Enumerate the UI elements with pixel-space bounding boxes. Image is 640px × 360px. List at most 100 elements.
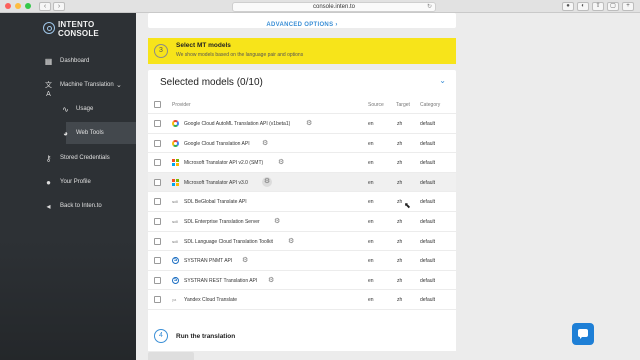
gear-icon[interactable]: ⚙ xyxy=(288,237,294,245)
run-button[interactable] xyxy=(148,352,194,360)
minimize-window-button[interactable] xyxy=(15,3,21,9)
chart-line-icon: ∿ xyxy=(62,104,69,114)
row-checkbox[interactable] xyxy=(154,120,161,127)
header-provider: Provider xyxy=(172,102,191,108)
step-3-banner: 3 Select MT models We show models based … xyxy=(148,38,456,64)
target-lang: zh xyxy=(397,121,403,127)
mouse-pointer-icon: ⬉ xyxy=(404,201,411,210)
step-number: 3 xyxy=(154,44,168,58)
gear-icon[interactable]: ⚙ xyxy=(274,217,280,225)
category: default xyxy=(420,160,436,167)
source-lang: en xyxy=(368,297,374,304)
target-lang: zh xyxy=(397,140,403,147)
microsoft-icon xyxy=(172,178,179,186)
share-icon[interactable]: ⇧ xyxy=(592,2,604,11)
new-tab-button[interactable]: + xyxy=(622,2,634,11)
palette-icon: ◕ xyxy=(63,128,68,138)
category: default xyxy=(420,218,436,225)
systran-icon xyxy=(172,257,179,265)
table-row[interactable]: sdl SDL Enterprise Translation Server ⚙ … xyxy=(148,212,456,232)
table-row[interactable]: sdl SDL Language Cloud Translation Toolk… xyxy=(148,232,456,252)
key-icon: ⚷ xyxy=(45,153,52,163)
gear-icon[interactable]: ⚙ xyxy=(242,256,248,264)
provider-name: Google Cloud AutoML Translation API (v1b… xyxy=(184,121,291,127)
source-lang: en xyxy=(368,179,374,186)
close-window-button[interactable] xyxy=(5,3,11,9)
gear-icon[interactable]: ⚙ xyxy=(262,139,268,147)
provider-name: Yandex Cloud Translate xyxy=(184,297,237,304)
sidebar-item-machine-translation[interactable]: 文A Machine Translation ⌄ xyxy=(0,74,136,98)
row-checkbox[interactable] xyxy=(154,276,161,284)
address-bar[interactable]: console.inten.to ↻ xyxy=(232,2,436,12)
step-4-card: 4 Run the translation xyxy=(148,321,456,351)
reload-icon[interactable]: ↻ xyxy=(427,3,432,11)
row-checkbox[interactable] xyxy=(154,159,161,167)
table-row[interactable]: SYSTRAN REST Translation API ⚙ en zh def… xyxy=(148,271,456,291)
select-all-checkbox[interactable] xyxy=(154,101,161,108)
sidebar-item-your-profile[interactable]: ● Your Profile xyxy=(0,171,136,193)
advanced-options-label: ADVANCED OPTIONS xyxy=(266,22,334,28)
target-lang: zh xyxy=(397,258,403,265)
row-checkbox[interactable] xyxy=(154,296,161,304)
header-target: Target xyxy=(396,102,410,108)
target-lang: zh xyxy=(397,297,403,304)
table-row[interactable]: SYSTRAN PNMT API ⚙ en zh default xyxy=(148,251,456,271)
tabs-icon[interactable]: ▢ xyxy=(607,2,619,11)
source-lang: en xyxy=(368,277,374,284)
sidebar-item-usage[interactable]: ∿ Usage xyxy=(0,98,136,120)
provider-name: SDL Language Cloud Translation Toolkit xyxy=(184,238,273,245)
sidebar: INTENTO CONSOLE ▦ Dashboard 文A Machine T… xyxy=(0,13,136,360)
gear-icon[interactable]: ⚙ xyxy=(306,119,312,127)
sidebar-item-label: Stored Credentials xyxy=(60,155,110,161)
download-icon[interactable]: ● xyxy=(562,2,574,11)
category: default xyxy=(420,199,436,206)
chat-button[interactable] xyxy=(572,323,594,345)
table-row[interactable]: ya Yandex Cloud Translate en zh default xyxy=(148,290,456,310)
sidebar-item-web-tools[interactable]: ◕ Web Tools xyxy=(63,122,136,144)
shield-icon[interactable]: ◐ xyxy=(577,2,589,11)
back-button[interactable]: ‹ xyxy=(39,1,51,11)
chevron-right-icon: › xyxy=(335,22,338,28)
provider-name: SYSTRAN PNMT API xyxy=(184,258,233,265)
target-lang: zh xyxy=(397,238,403,245)
chevron-down-icon: ⌄ xyxy=(116,82,122,89)
advanced-options-card: ADVANCED OPTIONS › xyxy=(148,13,456,28)
source-lang: en xyxy=(368,121,374,127)
advanced-options-link[interactable]: ADVANCED OPTIONS › xyxy=(266,22,337,28)
microsoft-icon xyxy=(172,159,179,167)
sidebar-item-stored-credentials[interactable]: ⚷ Stored Credentials xyxy=(0,147,136,169)
forward-button[interactable]: › xyxy=(53,1,65,11)
step-description: We show models based on the language pai… xyxy=(176,52,304,58)
gear-icon[interactable]: ⚙ xyxy=(278,158,284,166)
provider-name: Microsoft Translator API v3.0 xyxy=(184,179,248,186)
row-checkbox[interactable] xyxy=(154,178,161,186)
table-row[interactable]: Microsoft Translator API v3.0 ⚙ en zh de… xyxy=(148,172,456,193)
row-checkbox[interactable] xyxy=(154,139,161,147)
table-row[interactable]: Google Cloud AutoML Translation API (v1b… xyxy=(148,114,456,134)
logo[interactable]: INTENTO CONSOLE xyxy=(0,13,136,45)
maximize-window-button[interactable] xyxy=(25,3,31,9)
sidebar-item-back-to-intento[interactable]: ◂ Back to Inten.to xyxy=(0,195,136,217)
row-checkbox[interactable] xyxy=(154,237,161,245)
gear-icon[interactable]: ⚙ xyxy=(268,276,274,284)
row-checkbox[interactable] xyxy=(154,198,161,206)
category: default xyxy=(420,297,436,304)
window-controls[interactable] xyxy=(5,3,31,9)
table-row[interactable]: Google Cloud Translation API ⚙ en zh def… xyxy=(148,134,456,154)
gear-icon[interactable]: ⚙ xyxy=(262,176,272,187)
sidebar-item-label: Machine Translation xyxy=(60,82,114,88)
row-checkbox[interactable] xyxy=(154,257,161,265)
row-checkbox[interactable] xyxy=(154,217,161,225)
sidebar-item-dashboard[interactable]: ▦ Dashboard xyxy=(0,50,136,72)
sdl-icon: sdl xyxy=(172,199,178,205)
step-number: 4 xyxy=(154,329,168,343)
source-lang: en xyxy=(368,238,374,245)
provider-name: Microsoft Translator API v2.0 (SMT) xyxy=(184,160,264,167)
main-content: ADVANCED OPTIONS › 3 Select MT models We… xyxy=(136,13,640,360)
table-row[interactable]: Microsoft Translator API v2.0 (SMT) ⚙ en… xyxy=(148,153,456,173)
target-lang: zh xyxy=(397,199,403,206)
collapse-chevron-icon[interactable]: ⌄ xyxy=(439,76,446,85)
yandex-icon: ya xyxy=(172,297,177,303)
translate-icon: 文A xyxy=(45,81,52,98)
target-lang: zh xyxy=(397,179,403,186)
